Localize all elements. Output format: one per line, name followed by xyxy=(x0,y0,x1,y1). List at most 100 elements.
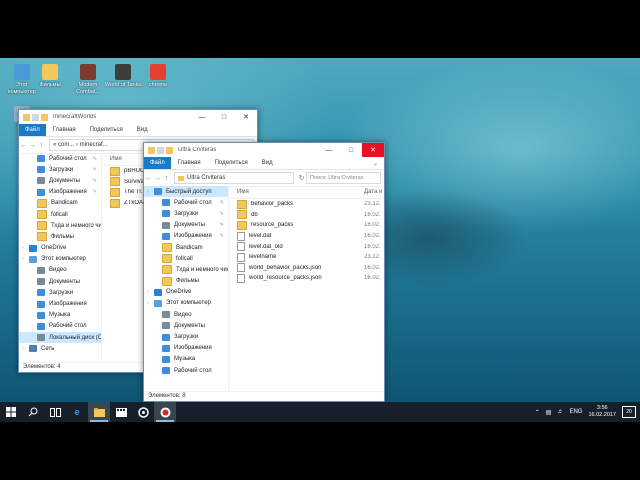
column-date-header[interactable]: Дата и xyxy=(364,189,384,195)
nav-item[interactable]: Изображения xyxy=(144,343,228,354)
new-folder-icon[interactable] xyxy=(41,113,48,121)
nav-item[interactable]: Документы ✎ xyxy=(144,220,228,231)
nav-item[interactable]: Bandicam xyxy=(144,242,228,253)
title-bar[interactable]: minecraftWorlds — □ ✕ xyxy=(19,110,257,124)
nav-item[interactable]: Фильмы xyxy=(144,276,228,287)
nav-item[interactable]: Рабочий стол ✎ xyxy=(19,153,101,164)
expand-chevron-icon[interactable]: › xyxy=(22,256,24,262)
nav-item[interactable]: Тхда и немного чистого xyxy=(19,220,101,231)
back-arrow-icon[interactable]: ← xyxy=(19,142,28,149)
search-input[interactable]: Поиск: Ultra Crviteras xyxy=(306,172,381,184)
list-item[interactable]: levelname 23.12. xyxy=(229,252,384,263)
minimize-button[interactable]: — xyxy=(191,110,213,124)
chevron-up-icon[interactable]: ⌃ xyxy=(535,409,540,416)
nav-item[interactable]: Локальный диск (C:) xyxy=(19,332,101,344)
nav-item[interactable]: Загрузки ✎ xyxy=(19,164,101,175)
navigation-pane[interactable]: › Быстрый доступ Рабочий стол ✎ Загрузки ✎ Док… xyxy=(144,186,229,392)
desktop-shortcut[interactable]: Modern Combat... xyxy=(68,64,108,96)
properties-icon[interactable] xyxy=(157,146,164,154)
back-arrow-icon[interactable]: ← xyxy=(144,175,153,182)
nav-item[interactable]: › Этот компьютер xyxy=(19,254,101,265)
nav-item[interactable]: Рабочий стол xyxy=(19,321,101,332)
nav-item[interactable]: Bandicam xyxy=(19,198,101,209)
nav-item[interactable]: follcall xyxy=(144,253,228,264)
desktop-shortcut[interactable]: Фильмы xyxy=(30,64,70,89)
nav-item[interactable]: Рабочий стол xyxy=(144,365,228,376)
nav-item[interactable]: › Быстрый доступ xyxy=(144,186,228,198)
nav-item[interactable]: Документы xyxy=(19,276,101,287)
nav-item[interactable]: Загрузки xyxy=(19,287,101,298)
record-icon[interactable] xyxy=(154,402,176,422)
nav-item[interactable]: › OneDrive xyxy=(19,243,101,254)
expand-chevron-icon[interactable]: › xyxy=(147,189,149,195)
new-folder-icon[interactable] xyxy=(166,146,173,154)
maximize-button[interactable]: □ xyxy=(213,110,235,124)
maximize-button[interactable]: □ xyxy=(340,143,362,157)
volume-icon[interactable]: ♬ xyxy=(557,409,563,415)
file-explorer-icon[interactable] xyxy=(88,402,110,422)
nav-item[interactable]: Видео xyxy=(144,309,228,320)
desktop-shortcut[interactable]: World of Tanks xyxy=(103,64,143,89)
title-bar[interactable]: Ultra Crviteras — □ ✕ xyxy=(144,143,384,157)
file-list[interactable]: Имя Дата и behavior_packs 23.12. db 16.02. r… xyxy=(229,186,384,392)
tab-share[interactable]: Поделиться xyxy=(83,127,130,133)
properties-icon[interactable] xyxy=(32,113,39,121)
nav-item[interactable]: Загрузки xyxy=(144,331,228,342)
nav-item[interactable]: Рабочий стол ✎ xyxy=(144,197,228,208)
list-item[interactable]: db 16.02. xyxy=(229,210,384,221)
tab-file[interactable]: Файл xyxy=(144,157,171,169)
list-item[interactable]: level.dat_old 16.02. xyxy=(229,241,384,252)
desktop-shortcut[interactable]: chrome xyxy=(138,64,178,89)
column-name-header[interactable]: Имя xyxy=(102,156,122,162)
expand-chevron-icon[interactable]: › xyxy=(147,300,149,306)
nav-item[interactable]: Музыка xyxy=(144,354,228,365)
address-bar[interactable]: Ultra Crviteras xyxy=(174,172,294,184)
list-item[interactable]: world_behavior_packs.json 16.02. xyxy=(229,263,384,274)
media-icon[interactable] xyxy=(110,402,132,422)
tab-file[interactable]: Файл xyxy=(19,124,46,136)
language-indicator[interactable]: ENG xyxy=(569,409,582,415)
tab-view[interactable]: Вид xyxy=(130,127,155,133)
forward-arrow-icon[interactable]: → xyxy=(153,175,162,182)
list-item[interactable]: level.dat 16.02. xyxy=(229,231,384,242)
edge-icon[interactable]: e xyxy=(66,402,88,422)
expand-chevron-icon[interactable]: › xyxy=(22,245,24,251)
forward-arrow-icon[interactable]: → xyxy=(28,142,37,149)
column-name-header[interactable]: Имя xyxy=(229,189,364,195)
navigation-pane[interactable]: Рабочий стол ✎ Загрузки ✎ Документы ✎ Изображе… xyxy=(19,153,102,363)
nav-item[interactable]: follcall xyxy=(19,209,101,220)
close-button[interactable]: ✕ xyxy=(362,143,384,157)
nav-item[interactable]: Музыка xyxy=(19,310,101,321)
nav-item[interactable]: Документы xyxy=(144,320,228,331)
nav-item[interactable]: › OneDrive xyxy=(144,287,228,298)
tab-view[interactable]: Вид xyxy=(255,160,280,166)
explorer-window-ultra-crviteras[interactable]: Ultra Crviteras — □ ✕ Файл Главная Подел… xyxy=(143,142,385,402)
expand-chevron-icon[interactable]: › xyxy=(147,289,149,295)
nav-item[interactable]: Загрузки ✎ xyxy=(144,208,228,219)
task-view-icon[interactable] xyxy=(44,402,66,422)
expand-chevron-icon[interactable]: › xyxy=(22,346,24,352)
nav-item[interactable]: Изображения ✎ xyxy=(144,231,228,242)
nav-item[interactable]: Изображения xyxy=(19,298,101,309)
close-button[interactable]: ✕ xyxy=(235,110,257,124)
search-icon[interactable] xyxy=(22,402,44,422)
nav-item[interactable]: › Сеть xyxy=(19,343,101,354)
nav-item[interactable]: › Этот компьютер xyxy=(144,298,228,309)
up-arrow-icon[interactable]: ↑ xyxy=(37,142,46,149)
tab-home[interactable]: Главная xyxy=(171,160,208,166)
player-icon[interactable] xyxy=(132,402,154,422)
nav-item[interactable]: Документы ✎ xyxy=(19,175,101,186)
nav-item[interactable]: Изображения ✎ xyxy=(19,187,101,198)
network-icon[interactable]: ▤ xyxy=(546,409,552,416)
tab-home[interactable]: Главная xyxy=(46,127,83,133)
list-item[interactable]: resource_packs 16.02. xyxy=(229,220,384,231)
up-arrow-icon[interactable]: ↑ xyxy=(162,175,171,182)
minimize-button[interactable]: — xyxy=(318,143,340,157)
refresh-icon[interactable]: ↻ xyxy=(297,174,306,182)
nav-item[interactable]: Фильмы xyxy=(19,231,101,242)
tab-share[interactable]: Поделиться xyxy=(208,160,255,166)
list-item[interactable]: world_resource_packs.json 16.02. xyxy=(229,273,384,284)
windows-start-icon[interactable] xyxy=(0,402,22,422)
nav-item[interactable]: Видео xyxy=(19,265,101,276)
clock[interactable]: 3:56 16.02.2017 xyxy=(588,405,616,419)
